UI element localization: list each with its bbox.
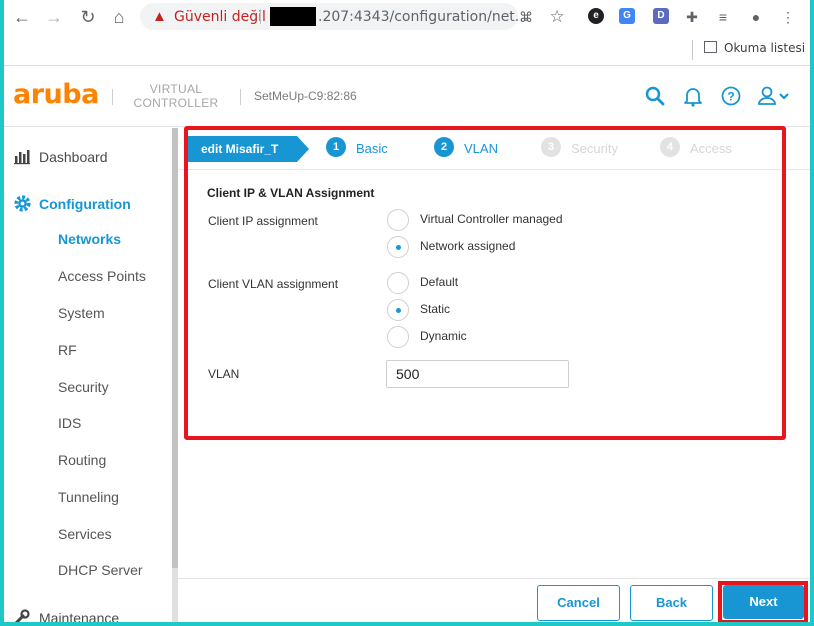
url-text[interactable]: .207:4343/configuration/net... — [318, 9, 528, 25]
radio-label: Dynamic — [420, 329, 467, 343]
step-number: 4 — [660, 137, 680, 157]
radio-circle[interactable] — [387, 326, 409, 348]
edit-network-tag: edit Misafir_T — [187, 136, 309, 162]
header-separator — [240, 89, 241, 105]
header-separator — [112, 89, 113, 105]
sidebar-item-networks[interactable]: Networks — [58, 231, 121, 247]
radio-network-assigned[interactable]: Network assigned — [387, 236, 587, 260]
device-name: SetMeUp-C9:82:86 — [254, 89, 357, 103]
radio-label: Default — [420, 275, 459, 289]
bookmarks-separator — [692, 40, 693, 60]
step-name: Basic — [356, 141, 388, 156]
wizard-footer: Cancel Back Next — [178, 578, 810, 622]
browser-toolbar: ← → ↻ ⌂ ▲ Güvenli değil .207:4343/config… — [4, 0, 810, 34]
radio-label: Virtual Controller managed — [420, 212, 563, 226]
cancel-button[interactable]: Cancel — [537, 585, 620, 621]
sidebar-item-access-points[interactable]: Access Points — [58, 268, 146, 284]
product-name: VIRTUAL CONTROLLER — [132, 82, 220, 110]
radio-circle[interactable] — [387, 272, 409, 294]
radio-circle[interactable] — [387, 209, 409, 231]
bookmarks-bar: Okuma listesi — [4, 34, 810, 66]
step-name: Security — [571, 141, 618, 156]
sidebar-item-security[interactable]: Security — [58, 379, 109, 395]
reading-list-label: Okuma listesi — [724, 41, 806, 55]
client-ip-label: Client IP assignment — [208, 214, 318, 228]
sidebar-item-ids[interactable]: IDS — [58, 415, 81, 431]
address-bar[interactable]: ▲ Güvenli değil .207:4343/configuration/… — [140, 3, 528, 30]
extension-e-icon[interactable]: e — [588, 8, 604, 24]
sidebar: Dashboard Configuration Networks Access … — [4, 128, 172, 622]
sidebar-item-label: Dashboard — [39, 149, 108, 165]
aruba-logo: aruba — [13, 79, 99, 110]
sidebar-item-maintenance[interactable]: Maintenance — [4, 606, 172, 622]
forward-arrow-icon[interactable]: → — [42, 5, 66, 29]
radio-label: Network assigned — [420, 239, 516, 253]
translate-icon[interactable]: ⌘ — [516, 7, 536, 27]
sidebar-item-dashboard[interactable]: Dashboard — [4, 145, 172, 171]
reload-icon[interactable]: ↻ — [76, 5, 100, 29]
sidebar-item-dhcp-server[interactable]: DHCP Server — [58, 562, 143, 578]
step-name: Access — [690, 141, 732, 156]
wrench-icon — [12, 608, 32, 622]
redacted-host-block — [270, 7, 316, 26]
user-menu-icon[interactable] — [756, 85, 794, 109]
radio-vlan-dynamic[interactable]: Dynamic — [387, 326, 587, 350]
extensions-puzzle-icon[interactable]: ✚ — [682, 7, 702, 27]
bar-chart-icon — [12, 147, 32, 167]
next-button[interactable]: Next — [723, 585, 804, 619]
help-icon[interactable]: ? — [719, 85, 743, 109]
bell-icon[interactable] — [681, 85, 705, 109]
svg-text:?: ? — [727, 90, 734, 104]
sidebar-item-routing[interactable]: Routing — [58, 452, 106, 468]
radio-circle[interactable] — [387, 299, 409, 321]
step-name: VLAN — [464, 141, 498, 156]
sidebar-item-label: Maintenance — [39, 610, 120, 622]
app-header: aruba VIRTUAL CONTROLLER SetMeUp-C9:82:8… — [4, 67, 810, 127]
back-button[interactable]: Back — [630, 585, 713, 621]
main-content: edit Misafir_T 1 Basic 2 VLAN 3 Security… — [178, 126, 810, 622]
sidebar-item-tunneling[interactable]: Tunneling — [58, 489, 119, 505]
client-vlan-assignment-label: Client VLAN assignment — [208, 277, 339, 291]
reading-list-icon — [704, 41, 717, 53]
url-separator — [260, 9, 261, 24]
sidebar-item-label: Configuration — [39, 196, 131, 212]
back-arrow-icon[interactable]: ← — [10, 5, 34, 29]
gear-icon — [12, 194, 32, 214]
profile-icon[interactable]: ● — [746, 7, 766, 27]
radio-vc-managed[interactable]: Virtual Controller managed — [387, 209, 587, 233]
screenshot-frame: ← → ↻ ⌂ ▲ Güvenli değil .207:4343/config… — [4, 0, 810, 622]
search-icon[interactable] — [643, 85, 667, 109]
media-queue-icon[interactable]: ≡ — [713, 7, 733, 27]
radio-vlan-static[interactable]: Static — [387, 299, 587, 323]
more-menu-icon[interactable]: ⋮ — [778, 7, 798, 27]
sidebar-item-system[interactable]: System — [58, 305, 105, 321]
security-warning[interactable]: Güvenli değil — [174, 9, 266, 25]
vlan-id-input[interactable]: 500 — [386, 360, 569, 388]
step-number: 1 — [326, 137, 346, 157]
vlan-label: VLAN — [208, 367, 240, 381]
warning-triangle-icon: ▲ — [152, 8, 167, 25]
wizard-steps-bar: edit Misafir_T 1 Basic 2 VLAN 3 Security… — [178, 128, 810, 170]
reading-list-button[interactable]: Okuma listesi — [704, 41, 805, 55]
step-number: 2 — [434, 137, 454, 157]
radio-vlan-default[interactable]: Default — [387, 272, 587, 296]
sidebar-item-services[interactable]: Services — [58, 526, 112, 542]
product-line-2: CONTROLLER — [133, 96, 219, 110]
step-number: 3 — [541, 137, 561, 157]
sidebar-item-rf[interactable]: RF — [58, 342, 77, 358]
home-icon[interactable]: ⌂ — [107, 5, 131, 29]
extension-g-icon[interactable]: G — [619, 8, 635, 24]
product-line-1: VIRTUAL — [149, 82, 203, 96]
section-title: Client IP & VLAN Assignment — [207, 186, 375, 200]
sidebar-item-configuration[interactable]: Configuration — [4, 192, 172, 218]
bookmark-star-icon[interactable]: ☆ — [547, 7, 567, 27]
radio-circle[interactable] — [387, 236, 409, 258]
radio-label: Static — [420, 302, 451, 316]
extension-d-icon[interactable]: D — [653, 8, 669, 24]
